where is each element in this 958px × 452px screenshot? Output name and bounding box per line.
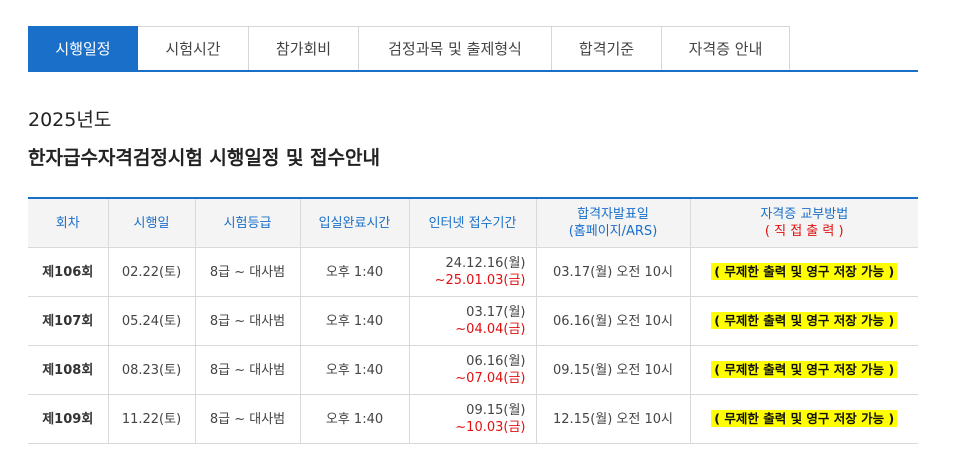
cert-highlight: ( 무제한 출력 및 영구 저장 가능 ) [711, 263, 898, 280]
cell-round: 제108회 [28, 345, 109, 395]
tab-subjects[interactable]: 검정과목 및 출제형식 [359, 26, 552, 70]
cell-exam-date: 05.24(토) [107, 296, 196, 346]
cell-exam-date: 08.23(토) [107, 345, 196, 395]
cell-exam-date: 02.22(토) [107, 247, 196, 297]
tab-fee[interactable]: 참가회비 [249, 26, 359, 70]
reg-start: 24.12.16(월) [445, 256, 526, 271]
table-row: 제109회 11.22(토) 8급 ~ 대사범 오후 1:40 09.15(월)… [28, 394, 918, 444]
tab-pass-criteria[interactable]: 합격기준 [552, 26, 662, 70]
cell-exam-date: 11.22(토) [107, 394, 196, 444]
cell-grade: 8급 ~ 대사범 [194, 247, 301, 297]
cell-grade: 8급 ~ 대사범 [194, 345, 301, 395]
table-header-row: 회차 시행일 시험등급 입실완료시간 인터넷 접수기간 합격자발표일 (홈페이지… [28, 198, 918, 248]
tab-schedule[interactable]: 시행일정 [28, 26, 138, 70]
cert-highlight: ( 무제한 출력 및 영구 저장 가능 ) [711, 361, 898, 378]
cell-entry-time: 오후 1:40 [299, 296, 410, 346]
header-result-line2: (홈페이지/ARS) [568, 224, 658, 239]
tab-certificate[interactable]: 자격증 안내 [662, 26, 790, 70]
header-exam-date: 시행일 [107, 198, 196, 248]
heading-year: 2025년도 [28, 109, 112, 131]
cell-result: 06.16(월) 오전 10시 [535, 296, 691, 346]
cell-grade: 8급 ~ 대사범 [194, 394, 301, 444]
reg-start: 03.17(월) [466, 305, 526, 320]
cell-round: 제107회 [28, 296, 109, 346]
cell-reg-period: 03.17(월) ~04.04(금) [408, 296, 537, 346]
reg-start: 09.15(월) [466, 403, 526, 418]
cell-entry-time: 오후 1:40 [299, 345, 410, 395]
cell-round: 제106회 [28, 247, 109, 297]
header-result-line1: 합격자발표일 [577, 207, 649, 222]
header-reg-period: 인터넷 접수기간 [408, 198, 537, 248]
reg-end: ~04.04(금) [455, 322, 526, 337]
cell-cert: ( 무제한 출력 및 영구 저장 가능 ) [689, 394, 918, 444]
cell-reg-period: 09.15(월) ~10.03(금) [408, 394, 537, 444]
header-cert-line1: 자격증 교부방법 [760, 207, 849, 222]
cell-grade: 8급 ~ 대사범 [194, 296, 301, 346]
tab-bar: 시행일정 시험시간 참가회비 검정과목 및 출제형식 합격기준 자격증 안내 [28, 26, 918, 72]
cell-round: 제109회 [28, 394, 109, 444]
reg-end: ~07.04(금) [455, 371, 526, 386]
cell-cert: ( 무제한 출력 및 영구 저장 가능 ) [689, 296, 918, 346]
header-grade: 시험등급 [194, 198, 301, 248]
cell-entry-time: 오후 1:40 [299, 394, 410, 444]
page-title: 한자급수자격검정시험 시행일정 및 접수안내 [28, 147, 380, 169]
cell-cert: ( 무제한 출력 및 영구 저장 가능 ) [689, 345, 918, 395]
cert-highlight: ( 무제한 출력 및 영구 저장 가능 ) [711, 410, 898, 427]
reg-end: ~25.01.03(금) [434, 273, 526, 288]
reg-end: ~10.03(금) [455, 420, 526, 435]
cell-entry-time: 오후 1:40 [299, 247, 410, 297]
header-cert: 자격증 교부방법 ( 직 접 출 력 ) [689, 198, 918, 248]
schedule-table: 회차 시행일 시험등급 입실완료시간 인터넷 접수기간 합격자발표일 (홈페이지… [28, 197, 918, 444]
reg-start: 06.16(월) [466, 354, 526, 369]
header-entry-time: 입실완료시간 [299, 198, 410, 248]
cell-result: 12.15(월) 오전 10시 [535, 394, 691, 444]
header-cert-line2: ( 직 접 출 력 ) [764, 224, 844, 239]
cell-cert: ( 무제한 출력 및 영구 저장 가능 ) [689, 247, 918, 297]
cell-result: 09.15(월) 오전 10시 [535, 345, 691, 395]
table-row: 제107회 05.24(토) 8급 ~ 대사범 오후 1:40 03.17(월)… [28, 296, 918, 346]
header-result: 합격자발표일 (홈페이지/ARS) [535, 198, 691, 248]
tab-exam-time[interactable]: 시험시간 [138, 26, 249, 70]
cert-highlight: ( 무제한 출력 및 영구 저장 가능 ) [711, 312, 898, 329]
cell-reg-period: 06.16(월) ~07.04(금) [408, 345, 537, 395]
table-row: 제106회 02.22(토) 8급 ~ 대사범 오후 1:40 24.12.16… [28, 247, 918, 297]
table-row: 제108회 08.23(토) 8급 ~ 대사범 오후 1:40 06.16(월)… [28, 345, 918, 395]
cell-reg-period: 24.12.16(월) ~25.01.03(금) [408, 247, 537, 297]
header-round: 회차 [28, 198, 109, 248]
cell-result: 03.17(월) 오전 10시 [535, 247, 691, 297]
